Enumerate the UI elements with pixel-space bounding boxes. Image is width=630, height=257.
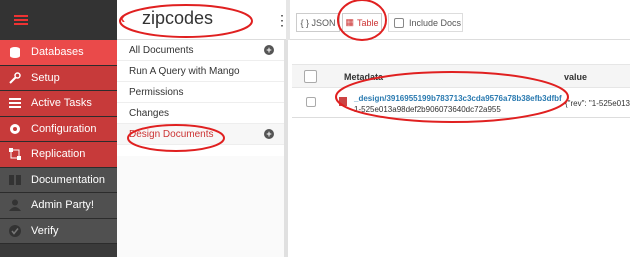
sidebar-item-design-documents[interactable]: Design Documents + <box>117 124 284 145</box>
back-arrow-icon[interactable]: ‹ <box>120 10 125 28</box>
nav-item-label: Setup <box>31 71 60 84</box>
nav-item-documentation[interactable]: Documentation <box>0 167 117 193</box>
documents-table: Metadata value _design/3916955199b783713… <box>292 40 630 257</box>
header-divider <box>286 0 290 40</box>
document-value: {"rev": "1-525e013a <box>565 99 630 108</box>
sidebar-item-permissions[interactable]: Permissions <box>117 82 284 103</box>
nav-item-verify[interactable]: Verify <box>0 218 117 244</box>
add-design-doc-icon[interactable]: + <box>264 129 274 139</box>
document-rev: 1-525e013a98def2b906073640dc72a955 <box>354 105 501 114</box>
nav-item-admin-party[interactable]: Admin Party! <box>0 193 117 219</box>
nav-item-label: Configuration <box>31 122 97 135</box>
table-header: Metadata value <box>292 64 630 88</box>
main-nav: Databases Setup Active Tasks Configurati… <box>0 0 117 257</box>
database-header: ‹ zipcodes ⋮ { } JSON ▦ Table Include Do… <box>117 0 630 40</box>
nav-item-label: Verify <box>31 224 59 237</box>
copy-icon[interactable] <box>339 97 347 106</box>
add-document-icon[interactable]: + <box>264 45 274 55</box>
wrench-icon <box>9 72 21 84</box>
sidebar-item-changes[interactable]: Changes <box>117 103 284 124</box>
row-checkbox[interactable] <box>306 97 316 107</box>
nav-item-databases[interactable]: Databases <box>0 40 117 66</box>
sidebar-empty-area <box>117 156 284 257</box>
table-view-button[interactable]: ▦ Table <box>342 13 382 32</box>
value-column-header: value <box>564 72 588 82</box>
nav-item-replication[interactable]: Replication <box>0 142 117 168</box>
book-icon <box>9 174 21 186</box>
nav-item-label: Active Tasks <box>31 97 92 110</box>
document-id-link[interactable]: _design/3916955199b783713c3cda9576a78b38… <box>354 94 562 103</box>
metadata-column-header: Metadata <box>344 72 384 82</box>
sidebar-item-label: Changes <box>129 107 170 119</box>
select-all-checkbox[interactable] <box>304 70 317 83</box>
json-view-button[interactable]: { } JSON <box>296 13 340 32</box>
nav-item-setup[interactable]: Setup <box>0 65 117 91</box>
sidebar-item-mango-query[interactable]: Run A Query with Mango <box>117 61 284 82</box>
sidebar-item-label: Permissions <box>129 86 184 98</box>
database-title: zipcodes <box>142 8 214 28</box>
nav-item-label: Admin Party! <box>31 199 94 212</box>
nav-item-configuration[interactable]: Configuration <box>0 116 117 142</box>
user-icon <box>9 199 21 212</box>
replication-icon <box>9 148 21 161</box>
sidebar-item-all-documents[interactable]: All Documents + <box>117 40 284 61</box>
menu-toggle-icon[interactable] <box>0 0 117 40</box>
sidebar-item-label: Run A Query with Mango <box>129 65 240 77</box>
nav-item-active-tasks[interactable]: Active Tasks <box>0 91 117 117</box>
gear-icon <box>9 123 21 135</box>
nav-item-label: Documentation <box>31 173 105 186</box>
sidebar-item-label: Design Documents <box>129 128 214 140</box>
table-row[interactable]: _design/3916955199b783713c3cda9576a78b38… <box>292 88 630 118</box>
nav-item-label: Databases <box>31 46 84 59</box>
table-view-label: Table <box>357 17 379 28</box>
table-icon: ▦ <box>345 17 354 27</box>
check-icon <box>9 224 21 237</box>
database-sidebar: All Documents + Run A Query with Mango P… <box>117 40 288 257</box>
include-docs-label: Include Docs <box>409 17 462 28</box>
include-docs-toggle[interactable]: Include Docs <box>388 13 463 32</box>
include-docs-checkbox[interactable] <box>394 17 404 28</box>
nav-item-label: Replication <box>31 148 86 161</box>
sidebar-item-label: All Documents <box>129 44 194 56</box>
database-icon <box>9 46 21 59</box>
tasks-icon <box>9 97 21 109</box>
